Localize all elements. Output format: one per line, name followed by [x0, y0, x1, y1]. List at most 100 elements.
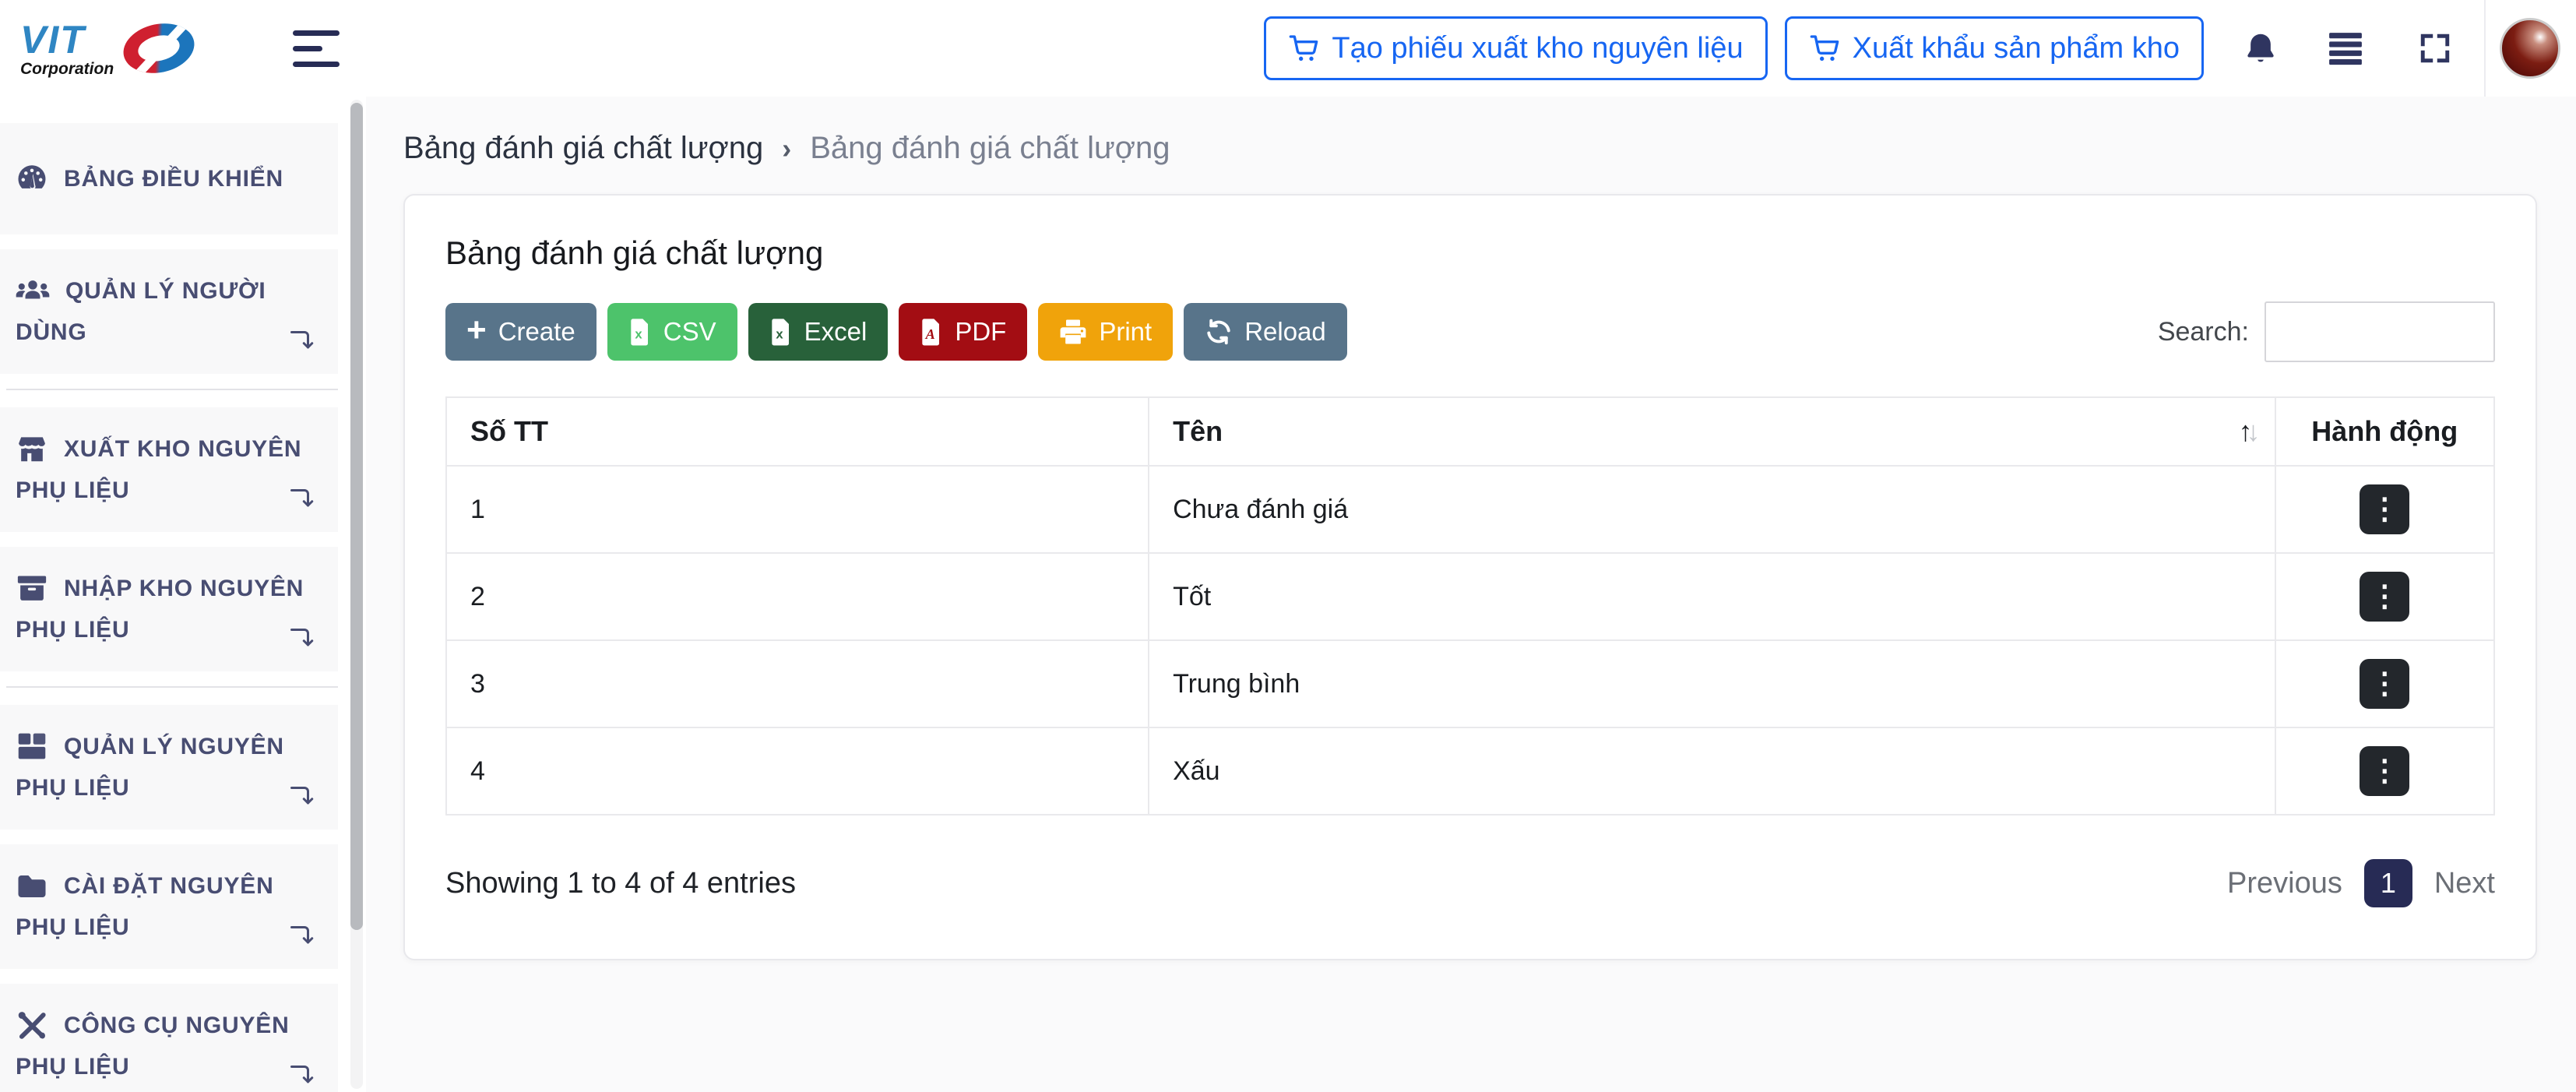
sidebar-item-label: NHẬP KHO NGUYÊN PHỤ LIỆU: [16, 576, 304, 643]
toolbar: + Create x CSV x E: [445, 301, 2495, 362]
cart-icon: [1809, 33, 1840, 64]
logo-subtitle: Corporation: [20, 61, 114, 77]
quality-rating-table: Số TT Tên ↑↓ Hành động 1 Chưa đánh giá ⋮…: [445, 396, 2495, 815]
cell-ten: Trung bình: [1149, 640, 2275, 727]
submenu-arrow-icon: [288, 327, 316, 354]
svg-text:A: A: [925, 326, 935, 342]
bell-icon: [2243, 30, 2279, 66]
file-pdf-icon: A: [920, 317, 943, 347]
breadcrumb: Bảng đánh giá chất lượng › Bảng đánh giá…: [403, 131, 2576, 166]
column-header-ten[interactable]: Tên ↑↓: [1149, 397, 2275, 466]
quality-rating-card: Bảng đánh giá chất lượng + Create x CSV: [403, 194, 2537, 960]
row-actions-button[interactable]: ⋮: [2360, 659, 2409, 709]
sidebar-item-label: BẢNG ĐIỀU KHIỂN: [64, 166, 283, 192]
kebab-icon: ⋮: [2370, 756, 2399, 786]
row-actions-button[interactable]: ⋮: [2360, 572, 2409, 622]
cell-ten: Xấu: [1149, 727, 2275, 815]
cell-ten: Chưa đánh giá: [1149, 466, 2275, 553]
cell-stt: 4: [446, 727, 1149, 815]
kebab-icon: ⋮: [2370, 669, 2399, 699]
sort-icon[interactable]: ↑↓: [2239, 415, 2261, 448]
table-header-row: Số TT Tên ↑↓ Hành động: [446, 397, 2494, 466]
pdf-export-button[interactable]: A PDF: [899, 303, 1027, 361]
row-actions-button[interactable]: ⋮: [2360, 484, 2409, 534]
menu-list-button[interactable]: [2325, 30, 2366, 66]
kebab-icon: ⋮: [2370, 495, 2399, 524]
file-excel-icon: x: [769, 317, 793, 347]
export-product-warehouse-button[interactable]: Xuất khẩu sản phẩm kho: [1785, 16, 2204, 80]
pagination: Previous 1 Next: [2227, 859, 2495, 907]
sidebar-item-material-tools[interactable]: CÔNG CỤ NGUYÊN PHỤ LIỆU: [0, 984, 338, 1092]
column-header-action: Hành động: [2275, 397, 2494, 466]
sidebar-divider: [6, 389, 338, 390]
csv-export-button[interactable]: x CSV: [607, 303, 737, 361]
search-input[interactable]: [2265, 301, 2495, 362]
create-button[interactable]: + Create: [445, 303, 596, 361]
row-actions-button[interactable]: ⋮: [2360, 746, 2409, 796]
reload-button[interactable]: Reload: [1184, 303, 1347, 361]
cell-stt: 1: [446, 466, 1149, 553]
notifications-button[interactable]: [2243, 30, 2279, 66]
page-1-button[interactable]: 1: [2364, 859, 2412, 907]
store-icon: [16, 434, 48, 463]
kebab-icon: ⋮: [2370, 582, 2399, 611]
table-row: 3 Trung bình ⋮: [446, 640, 2494, 727]
sidebar-item-user-management[interactable]: QUẢN LÝ NGƯỜI DÙNG: [0, 249, 338, 374]
box-archive-icon: [16, 573, 48, 603]
tools-icon: [16, 1010, 48, 1040]
print-button[interactable]: Print: [1038, 303, 1173, 361]
sidebar-item-material-export[interactable]: XUẤT KHO NGUYÊN PHỤ LIỆU: [0, 407, 338, 532]
card-title: Bảng đánh giá chất lượng: [445, 234, 2495, 272]
sidebar-divider: [6, 686, 338, 688]
avatar[interactable]: [2500, 18, 2560, 79]
sidebar-scrollbar-thumb[interactable]: [350, 103, 363, 930]
submenu-arrow-icon: [288, 783, 316, 809]
entries-info: Showing 1 to 4 of 4 entries: [445, 867, 796, 900]
gauge-icon: [16, 162, 48, 193]
column-header-stt[interactable]: Số TT: [446, 397, 1149, 466]
refresh-icon: [1205, 318, 1233, 346]
sidebar-item-label: CÀI ĐẶT NGUYÊN PHỤ LIỆU: [16, 873, 274, 940]
boxes-icon: [16, 731, 48, 761]
excel-export-button[interactable]: x Excel: [748, 303, 889, 361]
submenu-arrow-icon: [288, 922, 316, 949]
sidebar-item-label: QUẢN LÝ NGƯỜI DÙNG: [16, 278, 266, 345]
sidebar-item-material-settings[interactable]: CÀI ĐẶT NGUYÊN PHỤ LIỆU: [0, 844, 338, 969]
sidebar-toggle-button[interactable]: [288, 26, 344, 72]
table-footer: Showing 1 to 4 of 4 entries Previous 1 N…: [445, 859, 2495, 907]
sidebar: BẢNG ĐIỀU KHIỂN QUẢN LÝ NGƯỜI DÙNG: [0, 97, 366, 1092]
plus-icon: +: [466, 313, 487, 347]
table-row: 2 Tốt ⋮: [446, 553, 2494, 640]
cart-icon: [1288, 33, 1319, 64]
create-material-export-ticket-button[interactable]: Tạo phiếu xuất kho nguyên liệu: [1264, 16, 1767, 80]
submenu-arrow-icon: [288, 485, 316, 512]
svg-text:x: x: [635, 326, 642, 341]
users-icon: [16, 277, 50, 305]
logo-swoosh-icon: [119, 17, 199, 79]
list-icon: [2325, 30, 2366, 66]
sidebar-item-label: XUẤT KHO NGUYÊN PHỤ LIỆU: [16, 436, 301, 503]
breadcrumb-separator-icon: ›: [782, 132, 791, 165]
logo-title: VIT: [20, 20, 86, 59]
table-row: 4 Xấu ⋮: [446, 727, 2494, 815]
cell-stt: 3: [446, 640, 1149, 727]
sidebar-item-material-management[interactable]: QUẢN LÝ NGUYÊN PHỤ LIỆU: [0, 705, 338, 830]
breadcrumb-link[interactable]: Bảng đánh giá chất lượng: [403, 131, 763, 166]
table-row: 1 Chưa đánh giá ⋮: [446, 466, 2494, 553]
fullscreen-button[interactable]: [2419, 32, 2451, 65]
sidebar-item-label: QUẢN LÝ NGUYÊN PHỤ LIỆU: [16, 734, 284, 801]
svg-text:x: x: [776, 326, 783, 341]
sidebar-item-material-import[interactable]: NHẬP KHO NGUYÊN PHỤ LIỆU: [0, 547, 338, 671]
search-label: Search:: [2158, 317, 2249, 347]
file-csv-icon: x: [628, 317, 652, 347]
vit-logo[interactable]: VIT Corporation: [20, 20, 195, 77]
folder-icon: [16, 872, 48, 900]
main-content: Bảng đánh giá chất lượng › Bảng đánh giá…: [366, 97, 2576, 1092]
cell-stt: 2: [446, 553, 1149, 640]
sidebar-item-dashboard[interactable]: BẢNG ĐIỀU KHIỂN: [0, 123, 338, 234]
hamburger-icon: [293, 30, 340, 36]
fullscreen-icon: [2419, 32, 2451, 65]
cell-ten: Tốt: [1149, 553, 2275, 640]
next-page-button[interactable]: Next: [2434, 867, 2495, 900]
previous-page-button[interactable]: Previous: [2227, 867, 2342, 900]
